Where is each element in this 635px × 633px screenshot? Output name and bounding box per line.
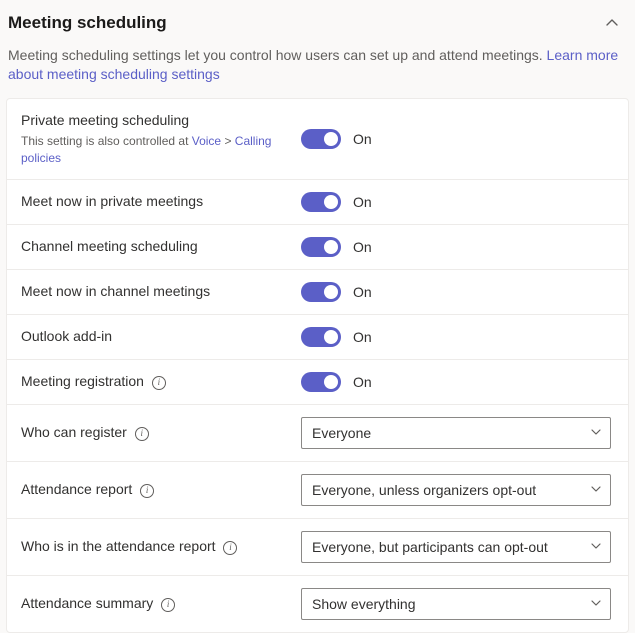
row-control: On [301, 282, 614, 302]
collapse-chevron-icon[interactable] [601, 12, 623, 34]
row-control: On [301, 372, 614, 392]
chevron-down-icon [590, 482, 602, 498]
toggle-private-meeting-scheduling[interactable] [301, 129, 341, 149]
toggle-state-label: On [353, 239, 372, 255]
chevron-down-icon [590, 596, 602, 612]
select-who-in-attendance-report[interactable]: Everyone, but participants can opt-out [301, 531, 611, 563]
toggle-meet-now-private[interactable] [301, 192, 341, 212]
row-label: Attendance report i [21, 480, 301, 498]
subtext-prefix: This setting is also controlled at [21, 134, 192, 148]
toggle-state-label: On [353, 194, 372, 210]
toggle-state-label: On [353, 284, 372, 300]
row-private-meeting-scheduling: Private meeting scheduling This setting … [7, 99, 628, 180]
toggle-outlook-addin[interactable] [301, 327, 341, 347]
toggle-state-label: On [353, 329, 372, 345]
row-meet-now-private: Meet now in private meetings On [7, 180, 628, 225]
label-text: Who can register [21, 424, 127, 440]
row-control: Everyone, but participants can opt-out [301, 531, 614, 563]
label-subtext: This setting is also controlled at Voice… [21, 133, 293, 167]
row-label: Outlook add-in [21, 327, 301, 345]
row-label: Channel meeting scheduling [21, 237, 301, 255]
row-who-can-register: Who can register i Everyone [7, 405, 628, 462]
row-attendance-report: Attendance report i Everyone, unless org… [7, 462, 628, 519]
row-meeting-registration: Meeting registration i On [7, 360, 628, 405]
meeting-scheduling-panel: Meeting scheduling Meeting scheduling se… [0, 0, 635, 633]
section-title: Meeting scheduling [8, 13, 167, 33]
chevron-down-icon [590, 425, 602, 441]
row-who-in-attendance-report: Who is in the attendance report i Everyo… [7, 519, 628, 576]
label-text: Who is in the attendance report [21, 538, 216, 554]
row-channel-meeting-scheduling: Channel meeting scheduling On [7, 225, 628, 270]
toggle-meet-now-channel[interactable] [301, 282, 341, 302]
row-label: Meet now in channel meetings [21, 282, 301, 300]
select-who-can-register[interactable]: Everyone [301, 417, 611, 449]
toggle-state-label: On [353, 374, 372, 390]
row-label: Attendance summary i [21, 594, 301, 612]
voice-link[interactable]: Voice [192, 134, 221, 148]
row-label: Meet now in private meetings [21, 192, 301, 210]
row-label: Who is in the attendance report i [21, 537, 301, 555]
subtext-sep: > [221, 134, 235, 148]
chevron-down-icon [590, 539, 602, 555]
label-text: Attendance report [21, 481, 132, 497]
section-description: Meeting scheduling settings let you cont… [0, 38, 635, 98]
info-icon[interactable]: i [135, 427, 149, 441]
select-value: Everyone [312, 425, 371, 441]
row-label: Who can register i [21, 423, 301, 441]
settings-card: Private meeting scheduling This setting … [6, 98, 629, 633]
row-label: Private meeting scheduling This setting … [21, 111, 301, 167]
row-control: On [301, 192, 614, 212]
row-control: On [301, 327, 614, 347]
select-value: Everyone, but participants can opt-out [312, 539, 548, 555]
info-icon[interactable]: i [223, 541, 237, 555]
info-icon[interactable]: i [152, 376, 166, 390]
toggle-meeting-registration[interactable] [301, 372, 341, 392]
toggle-state-label: On [353, 131, 372, 147]
label-text: Meeting registration [21, 373, 144, 389]
select-attendance-report[interactable]: Everyone, unless organizers opt-out [301, 474, 611, 506]
select-value: Show everything [312, 596, 416, 612]
row-control: On [301, 129, 614, 149]
info-icon[interactable]: i [161, 598, 175, 612]
section-header[interactable]: Meeting scheduling [0, 8, 635, 38]
row-attendance-summary: Attendance summary i Show everything [7, 576, 628, 632]
info-icon[interactable]: i [140, 484, 154, 498]
row-label: Meeting registration i [21, 372, 301, 390]
row-control: On [301, 237, 614, 257]
row-control: Show everything [301, 588, 614, 620]
description-text: Meeting scheduling settings let you cont… [8, 47, 547, 63]
select-value: Everyone, unless organizers opt-out [312, 482, 536, 498]
label-text: Attendance summary [21, 595, 153, 611]
toggle-channel-meeting-scheduling[interactable] [301, 237, 341, 257]
row-outlook-addin: Outlook add-in On [7, 315, 628, 360]
row-control: Everyone, unless organizers opt-out [301, 474, 614, 506]
row-control: Everyone [301, 417, 614, 449]
select-attendance-summary[interactable]: Show everything [301, 588, 611, 620]
row-meet-now-channel: Meet now in channel meetings On [7, 270, 628, 315]
label-text: Private meeting scheduling [21, 111, 293, 129]
